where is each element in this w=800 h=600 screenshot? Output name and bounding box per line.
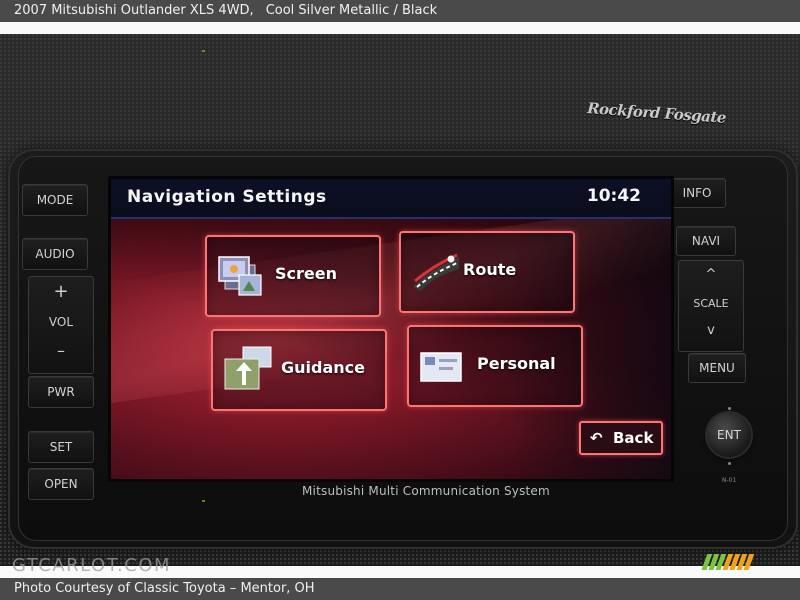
personal-tile[interactable]: Personal <box>407 325 583 407</box>
guidance-tile[interactable]: Guidance <box>211 329 387 411</box>
screen-settings-icon <box>218 256 262 296</box>
title-bar: Navigation Settings 10:42 <box>111 179 671 219</box>
menu-button[interactable]: MENU <box>688 353 746 383</box>
system-label: Mitsubishi Multi Communication System <box>302 484 550 498</box>
brand-logo: Rockford Fosgate <box>586 99 727 127</box>
info-button[interactable]: INFO <box>668 178 726 208</box>
lens-artifact <box>202 500 205 502</box>
scale-down-button[interactable]: v <box>679 323 743 338</box>
lens-artifact <box>202 50 205 52</box>
personal-card-icon <box>420 352 462 382</box>
back-arrow-icon: ↶ <box>590 429 603 447</box>
color-caption: Cool Silver Metallic / Black <box>265 3 438 18</box>
volume-label: VOL <box>48 315 74 329</box>
power-button[interactable]: PWR <box>28 376 94 408</box>
personal-tile-label: Personal <box>477 354 556 373</box>
volume-rocker[interactable]: + VOL – <box>28 276 94 374</box>
scale-up-button[interactable]: ^ <box>679 267 743 282</box>
volume-down-button[interactable]: – <box>29 341 93 360</box>
ent-knob[interactable]: ENT <box>707 413 751 457</box>
knob-indicator <box>728 462 731 465</box>
back-button-label: Back <box>613 429 654 447</box>
vehicle-caption: 2007 Mitsubishi Outlander XLS 4WD, <box>14 3 254 18</box>
scale-label: SCALE <box>693 297 729 310</box>
screen-title: Navigation Settings <box>127 187 327 207</box>
route-tile[interactable]: Route <box>399 231 575 313</box>
guidance-arrow-icon <box>224 346 272 390</box>
open-button[interactable]: OPEN <box>28 468 94 500</box>
volume-up-button[interactable]: + <box>29 281 93 302</box>
mode-button[interactable]: MODE <box>22 184 88 216</box>
photo-credit: Photo Courtesy of Classic Toyota – Mento… <box>14 581 315 596</box>
photo-border-top <box>0 22 800 34</box>
audio-button[interactable]: AUDIO <box>22 238 88 270</box>
guidance-tile-label: Guidance <box>281 358 365 377</box>
clock: 10:42 <box>586 186 641 206</box>
caption-top-bar: 2007 Mitsubishi Outlander XLS 4WD, Cool S… <box>0 0 800 22</box>
screen-tile-label: Screen <box>275 264 337 283</box>
model-code: N-01 <box>722 477 737 484</box>
knob-indicator <box>728 407 731 410</box>
scale-rocker[interactable]: ^ SCALE v <box>678 260 744 352</box>
route-tile-label: Route <box>463 260 517 279</box>
nav-screen: Navigation Settings 10:42 Screen Route G… <box>108 176 674 482</box>
credit-bar: Photo Courtesy of Classic Toyota – Mento… <box>0 578 800 600</box>
watermark: GTCARLOT.COM <box>12 555 172 576</box>
set-button[interactable]: SET <box>28 431 94 463</box>
back-button[interactable]: ↶ Back <box>579 421 663 455</box>
watermark-logo <box>701 554 755 570</box>
navi-button[interactable]: NAVI <box>676 226 736 256</box>
screen-tile[interactable]: Screen <box>205 235 381 317</box>
route-road-icon <box>413 253 459 291</box>
